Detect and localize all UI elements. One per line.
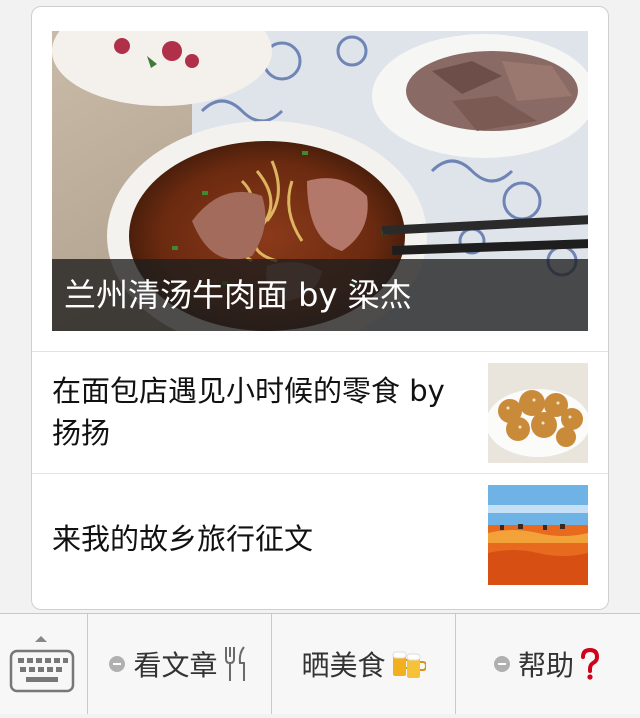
submenu-indicator-icon xyxy=(109,656,126,672)
article-title: 在面包店遇见小时候的零食 by 扬扬 xyxy=(52,374,445,450)
snack-image xyxy=(488,363,588,463)
submenu-indicator-icon xyxy=(493,656,510,672)
article-card: 兰州清汤牛肉面 by 梁杰 在面包店遇见小时候的零食 by 扬扬 来我的故乡旅行… xyxy=(31,6,609,610)
article-thumbnail xyxy=(488,485,588,585)
article-item[interactable]: 在面包店遇见小时候的零食 by 扬扬 xyxy=(32,352,608,473)
menu-read-articles[interactable]: 看文章 xyxy=(88,614,272,714)
menu-label: 看文章 xyxy=(133,649,218,682)
article-thumbnail xyxy=(488,363,588,463)
question-mark-icon xyxy=(578,647,602,681)
landscape-image xyxy=(488,485,588,585)
fork-knife-icon xyxy=(222,645,250,683)
hero-article[interactable]: 兰州清汤牛肉面 by 梁杰 xyxy=(52,31,588,331)
menu-label: 晒美食 xyxy=(301,649,386,682)
keyboard-toggle-button[interactable] xyxy=(0,614,88,714)
menu-help[interactable]: 帮助 xyxy=(456,614,640,714)
article-title: 来我的故乡旅行征文 xyxy=(52,522,314,556)
article-item[interactable]: 来我的故乡旅行征文 xyxy=(32,474,608,609)
menu-share-food[interactable]: 晒美食 xyxy=(272,614,456,714)
keyboard-icon xyxy=(9,636,75,693)
hero-caption: 兰州清汤牛肉面 by 梁杰 xyxy=(52,259,588,331)
menu-label: 帮助 xyxy=(517,649,574,682)
beer-mugs-icon xyxy=(390,646,426,682)
bottom-menu-bar: 看文章 晒美食 帮助 xyxy=(0,613,640,714)
